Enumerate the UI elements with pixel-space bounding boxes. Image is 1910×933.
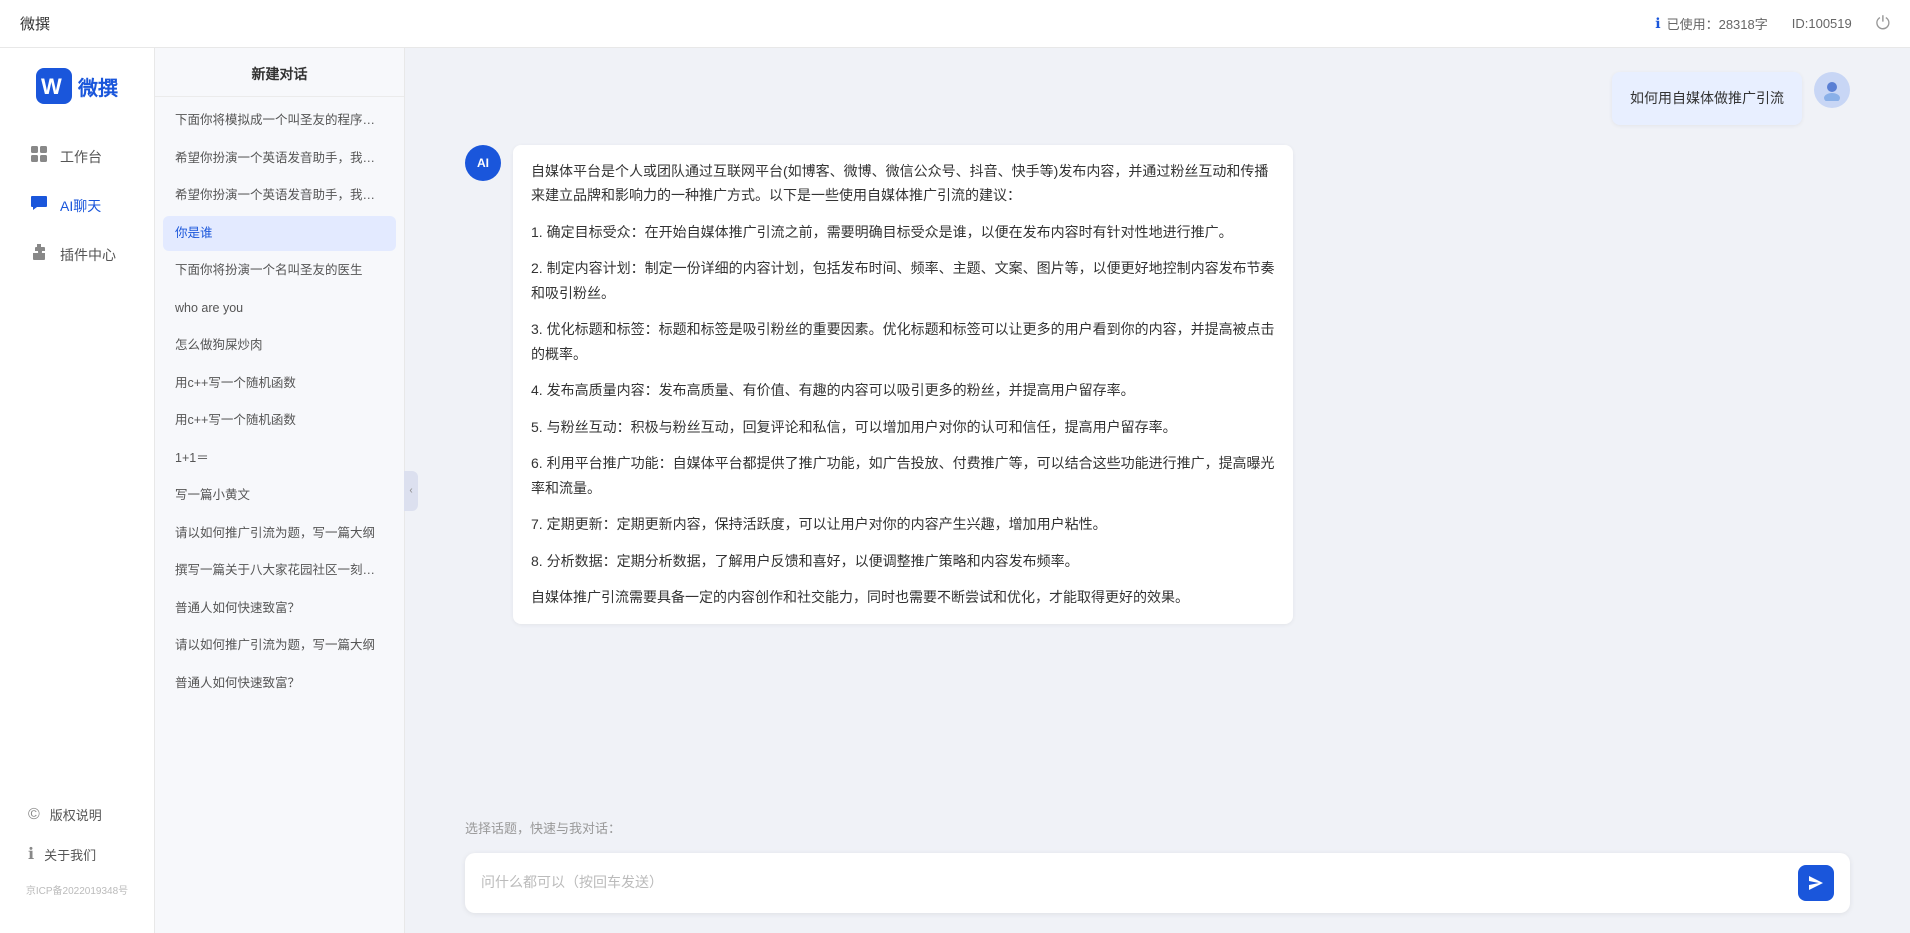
left-nav: W 微撰 工作台 AI聊天 插件中心 — [0, 48, 155, 933]
brand-name: 微撰 — [78, 72, 118, 101]
conv-item[interactable]: 写一篇小黄文 — [163, 478, 396, 514]
main-layout: W 微撰 工作台 AI聊天 插件中心 — [0, 48, 1910, 933]
ai-response-paragraph: 4. 发布高质量内容：发布高质量、有价值、有趣的内容可以吸引更多的粉丝，并提高用… — [531, 378, 1275, 403]
plugin-icon — [28, 242, 50, 267]
conv-item[interactable]: 你是谁 — [163, 216, 396, 252]
conv-item[interactable]: 下面你将扮演一个名叫圣友的医生 — [163, 253, 396, 289]
conv-item[interactable]: 撰写一篇关于八大家花园社区一刻钟便民生... — [163, 553, 396, 589]
input-area — [405, 843, 1910, 933]
sidebar-item-copyright[interactable]: © 版权说明 — [8, 797, 146, 832]
topbar-id: ID:100519 — [1792, 16, 1852, 31]
conv-item[interactable]: 请以如何推广引流为题，写一篇大纲 — [163, 628, 396, 664]
ai-avatar: AI — [465, 145, 501, 181]
ai-response-paragraph: 2. 制定内容计划：制定一份详细的内容计划，包括发布时间、频率、主题、文案、图片… — [531, 256, 1275, 305]
conv-panel: 新建对话 下面你将模拟成一个叫圣友的程序员，我说...希望你扮演一个英语发音助手… — [155, 48, 405, 933]
conv-item[interactable]: 1+1＝ — [163, 441, 396, 477]
sidebar-item-ai-chat-label: AI聊天 — [60, 196, 101, 216]
quick-topics-label: 选择话题，快速与我对话： — [465, 821, 621, 836]
conv-item[interactable]: 用c++写一个随机函数 — [163, 403, 396, 439]
ai-response-paragraph: 1. 确定目标受众：在开始自媒体推广引流之前，需要明确目标受众是谁，以便在发布内… — [531, 220, 1275, 245]
ai-response-paragraph: 自媒体平台是个人或团队通过互联网平台(如博客、微博、微信公众号、抖音、快手等)发… — [531, 159, 1275, 208]
sidebar-item-workbench[interactable]: 工作台 — [8, 134, 146, 179]
user-message-bubble: 如何用自媒体做推广引流 — [1612, 72, 1802, 125]
conv-item[interactable]: 用c++写一个随机函数 — [163, 366, 396, 402]
sidebar-item-about-label: 关于我们 — [44, 845, 96, 864]
conv-item[interactable]: 下面你将模拟成一个叫圣友的程序员，我说... — [163, 103, 396, 139]
copyright-icon: © — [28, 806, 40, 824]
topbar-usage: ℹ 已使用：28318字 — [1655, 14, 1767, 33]
ai-message-row: AI 自媒体平台是个人或团队通过互联网平台(如博客、微博、微信公众号、抖音、快手… — [465, 145, 1850, 624]
svg-text:W: W — [41, 74, 62, 99]
chat-area: 如何用自媒体做推广引流 AI 自媒体平台是个人或团队通过互联网平台(如博客、微博… — [405, 48, 1910, 933]
topbar-right: ℹ 已使用：28318字 ID:100519 ⏻ — [1655, 13, 1890, 34]
conv-item[interactable]: 怎么做狗屎炒肉 — [163, 328, 396, 364]
ai-response-paragraph: 5. 与粉丝互动：积极与粉丝互动，回复评论和私信，可以增加用户对你的认可和信任，… — [531, 415, 1275, 440]
brand: W 微撰 — [26, 68, 128, 104]
ai-response-paragraph: 7. 定期更新：定期更新内容，保持活跃度，可以让用户对你的内容产生兴趣，增加用户… — [531, 512, 1275, 537]
usage-icon: ℹ — [1655, 15, 1660, 32]
collapse-panel-button[interactable]: ‹ — [404, 471, 418, 511]
ai-response-paragraph: 自媒体推广引流需要具备一定的内容创作和社交能力，同时也需要不断尝试和优化，才能取… — [531, 585, 1275, 610]
conv-item[interactable]: who are you — [163, 291, 396, 327]
brand-logo-icon: W — [36, 68, 72, 104]
logout-icon[interactable]: ⏻ — [1876, 13, 1890, 34]
conv-item[interactable]: 希望你扮演一个英语发音助手，我提供给你... — [163, 141, 396, 177]
sidebar-item-workbench-label: 工作台 — [60, 147, 102, 167]
conv-item[interactable]: 普通人如何快速致富？ — [163, 666, 396, 702]
conv-item[interactable]: 普通人如何快速致富？ — [163, 591, 396, 627]
conv-item[interactable]: 请以如何推广引流为题，写一篇大纲 — [163, 516, 396, 552]
topbar-title: 微撰 — [20, 13, 50, 34]
sidebar-item-plugin-label: 插件中心 — [60, 245, 116, 265]
nav-items: 工作台 AI聊天 插件中心 — [0, 134, 154, 797]
ai-response-paragraph: 8. 分析数据：定期分析数据，了解用户反馈和喜好，以便调整推广策略和内容发布频率… — [531, 549, 1275, 574]
about-icon: ℹ — [28, 844, 34, 864]
conv-list: 下面你将模拟成一个叫圣友的程序员，我说...希望你扮演一个英语发音助手，我提供给… — [155, 97, 404, 933]
input-box — [465, 853, 1850, 913]
workbench-icon — [28, 144, 50, 169]
chat-input[interactable] — [481, 871, 1788, 901]
sidebar-item-plugin[interactable]: 插件中心 — [8, 232, 146, 277]
send-button[interactable] — [1798, 865, 1834, 901]
user-message-text: 如何用自媒体做推广引流 — [1630, 90, 1784, 106]
ai-message-bubble: 自媒体平台是个人或团队通过互联网平台(如博客、微博、微信公众号、抖音、快手等)发… — [513, 145, 1293, 624]
conv-header[interactable]: 新建对话 — [155, 48, 404, 97]
chat-messages: 如何用自媒体做推广引流 AI 自媒体平台是个人或团队通过互联网平台(如博客、微博… — [405, 48, 1910, 808]
quick-topics: 选择话题，快速与我对话： — [405, 808, 1910, 843]
conv-item[interactable]: 希望你扮演一个英语发音助手，我提供给你... — [163, 178, 396, 214]
sidebar-item-copyright-label: 版权说明 — [50, 805, 102, 824]
sidebar-item-ai-chat[interactable]: AI聊天 — [8, 183, 146, 228]
user-avatar — [1814, 72, 1850, 108]
nav-footer-icp: 京ICP备2022019348号 — [0, 876, 154, 903]
ai-response-paragraph: 3. 优化标题和标签：标题和标签是吸引粉丝的重要因素。优化标题和标签可以让更多的… — [531, 317, 1275, 366]
nav-bottom: © 版权说明 ℹ 关于我们 京ICP备2022019348号 — [0, 797, 154, 913]
usage-text: 已使用：28318字 — [1667, 14, 1768, 33]
ai-response-paragraph: 6. 利用平台推广功能：自媒体平台都提供了推广功能，如广告投放、付费推广等，可以… — [531, 451, 1275, 500]
topbar: 微撰 ℹ 已使用：28318字 ID:100519 ⏻ — [0, 0, 1910, 48]
user-message-row: 如何用自媒体做推广引流 — [465, 72, 1850, 125]
sidebar-item-about[interactable]: ℹ 关于我们 — [8, 836, 146, 872]
ai-chat-icon — [28, 193, 50, 218]
